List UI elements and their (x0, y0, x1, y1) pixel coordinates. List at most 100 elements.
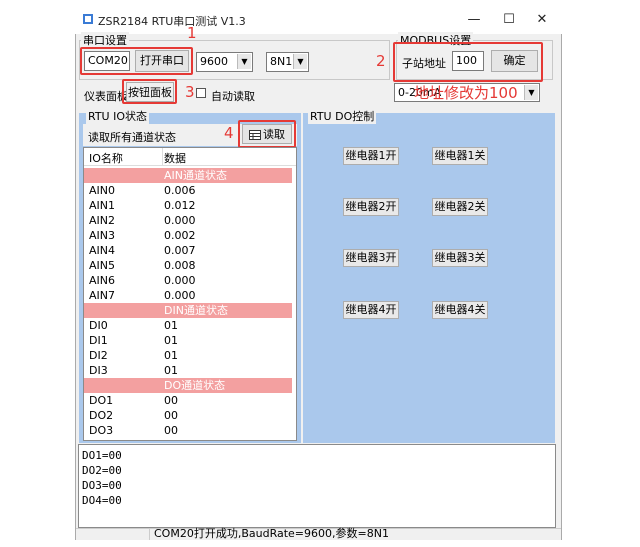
data-format-select[interactable]: 8N1 ▼ (266, 52, 309, 72)
io-value-cell: 00 (164, 409, 178, 422)
relay-2-on-button[interactable]: 继电器2开 (343, 198, 399, 216)
confirm-button[interactable]: 确定 (491, 50, 538, 72)
table-row[interactable]: AIN7 0.000 (84, 288, 292, 303)
table-section-row[interactable]: DO通道状态 (84, 378, 292, 393)
do-control-label: RTU DO控制 (308, 108, 377, 124)
table-row[interactable]: AIN0 0.006 (84, 183, 292, 198)
io-name-cell: DO2 (89, 409, 114, 422)
app-icon (82, 13, 94, 25)
minimize-icon[interactable]: — (462, 10, 486, 30)
log-line: DO2=00 (82, 464, 122, 477)
address-field[interactable]: 100 (452, 51, 484, 71)
open-port-button[interactable]: 打开串口 (135, 50, 189, 72)
status-text: COM20打开成功,BaudRate=9600,参数=8N1 (154, 527, 389, 540)
section-title-cell: AIN通道状态 (164, 169, 227, 182)
io-value-cell: 0.000 (164, 274, 196, 287)
io-name-cell: AIN7 (89, 289, 115, 302)
read-button-label: 读取 (263, 128, 285, 141)
table-row[interactable]: DI1 01 (84, 333, 292, 348)
io-value-cell: 01 (164, 364, 178, 377)
io-name-cell: DO3 (89, 424, 114, 437)
io-name-cell: AIN2 (89, 214, 115, 227)
io-name-cell: DO4 (89, 438, 113, 440)
table-icon (249, 127, 261, 147)
table-row[interactable]: DO3 00 (84, 423, 292, 438)
com-port-field[interactable]: COM20 (84, 51, 130, 71)
table-row[interactable]: AIN6 0.000 (84, 273, 292, 288)
table-row[interactable]: AIN4 0.007 (84, 243, 292, 258)
io-value-cell: 00 (164, 424, 178, 437)
annotation-3: 3 (185, 83, 195, 101)
chevron-down-icon: ▼ (524, 85, 538, 100)
table-section-row[interactable]: AIN通道状态 (84, 168, 292, 183)
io-value-cell: 00 (164, 438, 178, 440)
relay-3-off-button[interactable]: 继电器3关 (432, 249, 488, 267)
section-title-cell: DIN通道状态 (164, 304, 228, 317)
table-row[interactable]: AIN5 0.008 (84, 258, 292, 273)
table-row[interactable]: DO1 00 (84, 393, 292, 408)
maximize-icon[interactable]: ☐ (497, 10, 521, 30)
table-row[interactable]: DO2 00 (84, 408, 292, 423)
table-row[interactable]: DI3 01 (84, 363, 292, 378)
io-value-cell: 0.007 (164, 244, 196, 257)
relay-1-off-button[interactable]: 继电器1关 (432, 147, 488, 165)
io-value-cell: 01 (164, 349, 178, 362)
io-value-cell: 0.012 (164, 199, 196, 212)
log-line: DO1=00 (82, 449, 122, 462)
io-name-cell: AIN4 (89, 244, 115, 257)
read-button[interactable]: 读取 (242, 124, 292, 144)
io-value-cell: 00 (164, 394, 178, 407)
io-value-cell: 0.008 (164, 259, 196, 272)
table-row[interactable]: AIN2 0.000 (84, 213, 292, 228)
table-row[interactable]: DO4 00 (84, 438, 292, 440)
io-name-cell: DI0 (89, 319, 108, 332)
data-format-value: 8N1 (270, 55, 293, 68)
io-name-cell: DO1 (89, 394, 114, 407)
annotation-4: 4 (224, 124, 234, 142)
relay-1-on-button[interactable]: 继电器1开 (343, 147, 399, 165)
chevron-down-icon: ▼ (293, 54, 307, 69)
io-status-label: RTU IO状态 (86, 108, 150, 124)
io-name-cell: AIN0 (89, 184, 115, 197)
relay-2-off-button[interactable]: 继电器2关 (432, 198, 488, 216)
io-value-cell: 0.002 (164, 229, 196, 242)
chevron-down-icon: ▼ (237, 54, 251, 69)
status-bar-left-cell (76, 528, 150, 540)
col-header-value[interactable]: 数据 (164, 150, 186, 166)
io-value-cell: 0.006 (164, 184, 196, 197)
status-bar: COM20打开成功,BaudRate=9600,参数=8N1 (76, 527, 561, 540)
io-table[interactable]: IO名称 数据 AIN通道状态 AIN0 0.006 AIN1 0.012 AIN2 0.0… (83, 147, 297, 441)
log-line: DO3=00 (82, 479, 122, 492)
relay-4-off-button[interactable]: 继电器4关 (432, 301, 488, 319)
baud-rate-value: 9600 (200, 55, 228, 68)
io-value-cell: 01 (164, 319, 178, 332)
io-table-header: IO名称 数据 (84, 148, 296, 166)
col-header-io-name[interactable]: IO名称 (89, 150, 123, 166)
auto-read-checkbox[interactable] (196, 88, 206, 98)
io-value-cell: 0.000 (164, 289, 196, 302)
close-icon[interactable]: ✕ (530, 10, 554, 30)
log-textarea[interactable]: DO1=00 DO2=00 DO3=00 DO4=00 (78, 444, 556, 528)
log-line: DO4=00 (82, 494, 122, 507)
table-row[interactable]: AIN3 0.002 (84, 228, 292, 243)
table-row[interactable]: DI2 01 (84, 348, 292, 363)
io-name-cell: DI3 (89, 364, 108, 377)
annotation-2: 2 (376, 52, 386, 70)
serial-settings-label: 串口设置 (81, 32, 129, 48)
io-name-cell: DI2 (89, 349, 108, 362)
io-value-cell: 01 (164, 334, 178, 347)
read-all-label: 读取所有通道状态 (88, 131, 176, 144)
table-row[interactable]: DI0 01 (84, 318, 292, 333)
button-panel-tab[interactable]: 按钮面板 (126, 82, 174, 102)
baud-rate-select[interactable]: 9600 ▼ (196, 52, 253, 72)
auto-read-label: 自动读取 (211, 90, 255, 103)
address-label: 子站地址 (402, 57, 446, 70)
io-name-cell: AIN1 (89, 199, 115, 212)
relay-4-on-button[interactable]: 继电器4开 (343, 301, 399, 319)
table-section-row[interactable]: DIN通道状态 (84, 303, 292, 318)
io-name-cell: AIN5 (89, 259, 115, 272)
relay-3-on-button[interactable]: 继电器3开 (343, 249, 399, 267)
io-value-cell: 0.000 (164, 214, 196, 227)
do-control-panel (303, 113, 555, 443)
table-row[interactable]: AIN1 0.012 (84, 198, 292, 213)
